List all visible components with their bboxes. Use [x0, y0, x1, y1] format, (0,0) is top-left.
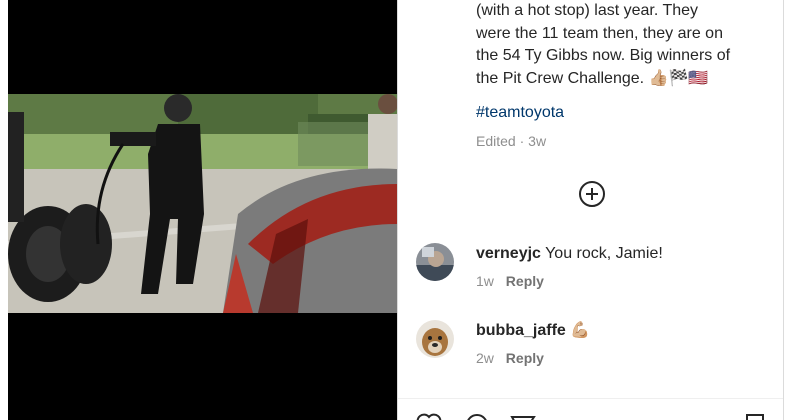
comment-button[interactable]	[464, 413, 490, 420]
comment-meta: 2w Reply	[476, 350, 544, 366]
heart-icon	[416, 413, 442, 420]
left-margin	[0, 0, 8, 420]
comment-text: You rock, Jamie!	[545, 245, 663, 262]
comment-age: 2w	[476, 350, 494, 366]
media-pane	[8, 0, 397, 420]
comment-body: bubba_jaffe 💪🏼	[476, 320, 590, 342]
avatar[interactable]	[416, 320, 454, 358]
share-icon	[510, 416, 536, 420]
avatar-image	[416, 243, 454, 281]
edited-label: Edited	[476, 133, 516, 149]
plus-circle-icon	[579, 181, 605, 207]
post-age: 3w	[528, 133, 547, 149]
caption-line: (with a hot stop) last year. They	[476, 2, 699, 19]
caption-line: the Pit Crew Challenge. 👍🏼🏁🇺🇸	[476, 69, 709, 87]
reply-button[interactable]: Reply	[506, 273, 544, 289]
comment-username[interactable]: bubba_jaffe	[476, 322, 566, 339]
right-margin	[783, 0, 791, 420]
hashtag-link[interactable]: #teamtoyota	[476, 104, 564, 122]
post-caption: (with a hot stop) last year. They were t…	[476, 0, 766, 90]
save-button[interactable]	[742, 413, 768, 420]
reply-button[interactable]: Reply	[506, 350, 544, 366]
comment-icon	[467, 414, 487, 420]
post-info-pane: (with a hot stop) last year. They were t…	[397, 0, 784, 420]
share-button[interactable]	[510, 413, 536, 420]
comment-body: verneyjc You rock, Jamie!	[476, 243, 663, 265]
caption-line: were the 11 team then, they are on	[476, 24, 723, 42]
comment-username[interactable]: verneyjc	[476, 245, 541, 262]
load-more-comments-button[interactable]	[578, 180, 606, 208]
avatar[interactable]	[416, 243, 454, 281]
like-button[interactable]	[416, 413, 442, 420]
video-frame-art	[8, 94, 397, 313]
comment-age: 1w	[476, 273, 494, 289]
caption-line: the 54 Ty Gibbs now. Big winners of	[476, 47, 731, 64]
bookmark-icon	[746, 414, 764, 420]
post-meta: Edited · 3w	[476, 133, 546, 149]
meta-separator: ·	[519, 133, 525, 149]
post-video[interactable]	[8, 94, 397, 313]
comment-meta: 1w Reply	[476, 273, 544, 289]
post-action-bar	[398, 398, 784, 420]
comment-text: 💪🏼	[570, 322, 591, 339]
avatar-image	[416, 320, 454, 358]
